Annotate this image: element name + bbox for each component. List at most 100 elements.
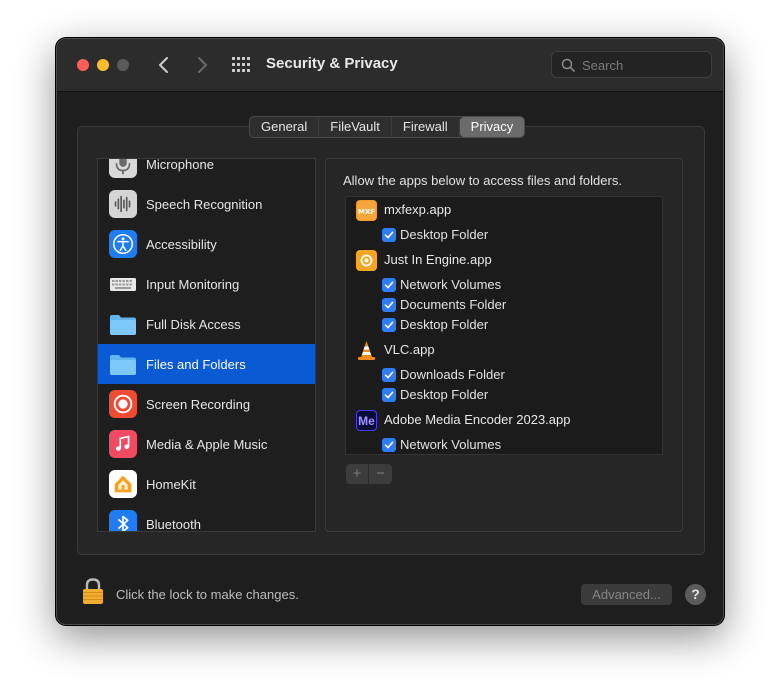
permission-checkbox[interactable] xyxy=(382,368,396,382)
sidebar-item-label: Bluetooth xyxy=(146,516,201,532)
svg-text:MXF: MXF xyxy=(358,208,375,216)
app-row-vlc[interactable]: VLC.app xyxy=(346,340,662,360)
add-app-button[interactable]: + xyxy=(346,464,369,484)
home-icon xyxy=(109,470,137,498)
advanced-button[interactable]: Advanced... xyxy=(581,584,672,605)
tab-firewall[interactable]: Firewall xyxy=(392,117,460,137)
sidebar-item-label: HomeKit xyxy=(146,476,196,492)
media-encoder-icon-text: Me xyxy=(358,413,375,428)
music-icon xyxy=(109,430,137,458)
app-permission-list[interactable]: MXF mxfexp.app Desktop Folder Just In En… xyxy=(345,196,663,455)
search-input[interactable] xyxy=(582,56,702,74)
screen-recording-icon xyxy=(109,390,137,418)
permission-checkbox[interactable] xyxy=(382,318,396,332)
permission-row[interactable]: Network Volumes xyxy=(346,275,662,295)
sidebar-item-microphone[interactable]: Microphone xyxy=(98,158,315,184)
bluetooth-icon xyxy=(109,510,137,531)
sidebar-item-speech-recognition[interactable]: Speech Recognition xyxy=(98,184,315,224)
app-row-just-in-engine[interactable]: Just In Engine.app xyxy=(346,250,662,271)
minimize-window-button[interactable] xyxy=(97,59,109,71)
engine-app-icon xyxy=(356,250,377,271)
window-title: Security & Privacy xyxy=(266,55,398,72)
sidebar-item-label: Accessibility xyxy=(146,236,217,252)
mxf-app-icon: MXF xyxy=(356,200,377,221)
remove-app-button[interactable]: − xyxy=(369,464,392,484)
tab-privacy[interactable]: Privacy xyxy=(459,117,525,137)
checkmark-icon xyxy=(384,281,394,289)
sidebar-item-files-and-folders[interactable]: Files and Folders xyxy=(98,344,315,384)
sidebar-item-label: Screen Recording xyxy=(146,396,251,412)
app-name: mxfexp.app xyxy=(384,202,452,217)
sidebar-item-label: Media & Apple Music xyxy=(146,436,268,452)
sidebar-item-label: Files and Folders xyxy=(146,356,246,372)
permission-row[interactable]: Desktop Folder xyxy=(346,225,662,245)
files-folders-panel: Allow the apps below to access files and… xyxy=(325,158,683,532)
show-all-grid-icon[interactable] xyxy=(232,57,250,73)
permission-row[interactable]: Desktop Folder xyxy=(346,385,662,405)
permission-label: Network Volumes xyxy=(400,437,502,452)
checkmark-icon xyxy=(384,371,394,379)
back-button[interactable] xyxy=(153,53,175,77)
sidebar-item-accessibility[interactable]: Accessibility xyxy=(98,224,315,264)
app-name: VLC.app xyxy=(384,342,435,357)
checkmark-icon xyxy=(384,441,394,449)
sidebar-item-bluetooth[interactable]: Bluetooth xyxy=(98,504,315,532)
tab-general[interactable]: General xyxy=(250,117,320,137)
permission-row[interactable]: Documents Folder xyxy=(346,295,662,315)
permission-row[interactable]: Desktop Folder xyxy=(346,315,662,335)
media-encoder-icon: Me xyxy=(356,410,377,431)
forward-button[interactable] xyxy=(191,53,213,77)
permission-label: Desktop Folder xyxy=(400,227,489,242)
checkmark-icon xyxy=(384,321,394,329)
sidebar-item-input-monitoring[interactable]: Input Monitoring xyxy=(98,264,315,304)
close-window-button[interactable] xyxy=(77,59,89,71)
tab-bar: General FileVault Firewall Privacy xyxy=(249,116,526,138)
lock-message: Click the lock to make changes. xyxy=(116,587,299,602)
search-field[interactable] xyxy=(551,51,712,78)
permission-label: Downloads Folder xyxy=(400,367,505,382)
sidebar-item-homekit[interactable]: HomeKit xyxy=(98,464,315,504)
keyboard-icon xyxy=(109,270,137,298)
app-name: Adobe Media Encoder 2023.app xyxy=(384,412,571,427)
sidebar-item-label: Full Disk Access xyxy=(146,316,241,332)
sidebar-item-media-apple-music[interactable]: Media & Apple Music xyxy=(98,424,315,464)
sidebar-item-label: Microphone xyxy=(146,158,214,172)
vlc-cone-icon xyxy=(356,340,377,361)
search-icon xyxy=(561,58,575,72)
sidebar-item-full-disk-access[interactable]: Full Disk Access xyxy=(98,304,315,344)
permission-label: Desktop Folder xyxy=(400,317,489,332)
add-remove-buttons: + − xyxy=(346,464,392,484)
permission-label: Network Volumes xyxy=(400,277,502,292)
accessibility-icon xyxy=(109,230,137,258)
sidebar-item-label: Speech Recognition xyxy=(146,196,263,212)
tab-filevault[interactable]: FileVault xyxy=(319,117,392,137)
permission-checkbox[interactable] xyxy=(382,228,396,242)
panel-description: Allow the apps below to access files and… xyxy=(343,173,622,188)
chevron-left-icon xyxy=(159,57,168,73)
preferences-window: Security & Privacy General FileVault Fir… xyxy=(56,38,724,625)
title-bar: Security & Privacy xyxy=(57,39,723,92)
app-name: Just In Engine.app xyxy=(384,252,492,267)
privacy-category-list[interactable]: Microphone Speech Recognition Accessibil… xyxy=(97,158,316,532)
zoom-window-button[interactable] xyxy=(117,59,129,71)
chevron-right-icon xyxy=(198,57,207,73)
permission-label: Desktop Folder xyxy=(400,387,489,402)
folder-icon xyxy=(109,350,137,378)
app-row-mxfexp[interactable]: MXF mxfexp.app xyxy=(346,200,662,221)
microphone-icon xyxy=(109,159,137,178)
sidebar-item-screen-recording[interactable]: Screen Recording xyxy=(98,384,315,424)
permission-label: Documents Folder xyxy=(400,297,507,312)
permission-row[interactable]: Network Volumes xyxy=(346,435,662,454)
checkmark-icon xyxy=(384,301,394,309)
help-button[interactable]: ? xyxy=(685,584,706,605)
permission-checkbox[interactable] xyxy=(382,438,396,452)
sidebar-item-label: Input Monitoring xyxy=(146,276,240,292)
waveform-icon xyxy=(109,190,137,218)
lock-icon[interactable] xyxy=(81,577,105,605)
permission-checkbox[interactable] xyxy=(382,278,396,292)
folder-icon xyxy=(109,310,137,338)
permission-row[interactable]: Downloads Folder xyxy=(346,365,662,385)
permission-checkbox[interactable] xyxy=(382,388,396,402)
app-row-adobe-media-encoder[interactable]: Me Adobe Media Encoder 2023.app xyxy=(346,410,662,431)
permission-checkbox[interactable] xyxy=(382,298,396,312)
